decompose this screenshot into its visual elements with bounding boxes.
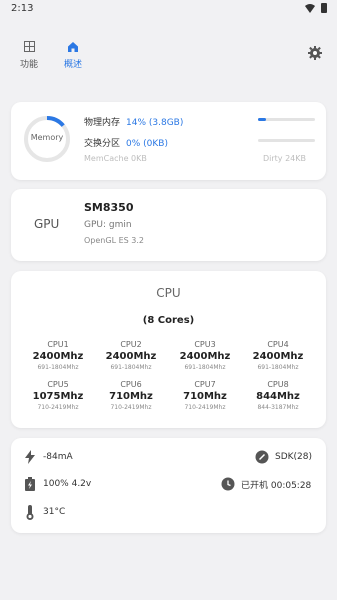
core-name: CPU8 [267,380,289,389]
core-frequency: 2400Mhz [179,351,231,362]
gpu-opengl-version: OpenGL ES 3.2 [84,236,144,245]
core-frequency: 2400Mhz [32,351,84,362]
android-icon [255,450,269,464]
ram-value: 14% (3.8GB) [126,118,184,128]
core-frequency: 2400Mhz [105,351,157,362]
memory-card[interactable]: Memory 物理内存 14% (3.8GB) 交换分区 0% (0KB) MemC… [11,102,326,180]
core-name: CPU7 [194,380,216,389]
core-range: 710-2419Mhz [110,404,152,411]
swap-bar [258,139,315,142]
memcache-value: MemCache 0KB [84,154,147,163]
core-range: 691-1804Mhz [110,364,152,371]
swap-label: 交换分区 [84,139,121,149]
current-item: -84mA [23,450,73,464]
uptime-value: 已开机 00:05:28 [241,480,312,491]
core-name: CPU3 [194,340,216,349]
core-name: CPU2 [120,340,142,349]
clock-icon [221,477,235,491]
temperature-item: 31°C [23,504,66,520]
status-icons [305,3,327,13]
swap-value: 0% (0KB) [126,139,168,149]
core-name: CPU5 [47,380,69,389]
memory-ring-label: Memory [30,133,64,142]
battery-level-item: 100% 4.2v [23,477,91,491]
gpu-model: SM8350 [84,201,134,214]
core-frequency: 2400Mhz [252,351,304,362]
ram-row: 物理内存 14% (3.8GB) [84,115,183,128]
grid-icon [23,40,36,53]
core-frequency: 1075Mhz [32,391,84,402]
lightning-icon [23,450,37,464]
battery-card[interactable]: -84mA SDK(28) 100% 4.2v 已开机 00:05:28 31°… [11,438,326,533]
status-time: 2:13 [11,3,34,14]
core-frequency: 710Mhz [109,391,153,402]
gpu-card[interactable]: GPU SM8350 GPU: gmin OpenGL ES 3.2 [11,189,326,261]
cpu-card[interactable]: CPU (8 Cores) CPU1 2400Mhz 691-1804Mhz C… [11,271,326,428]
cpu-core: CPU7 710Mhz 710-2419Mhz [170,380,240,411]
gpu-tag: GPU [34,217,60,231]
core-range: 710-2419Mhz [37,404,79,411]
cpu-core: CPU5 1075Mhz 710-2419Mhz [23,380,93,411]
sdk-value: SDK(28) [275,452,313,462]
status-bar: 2:13 [0,0,337,18]
battery-level-value: 100% 4.2v [43,479,92,489]
dirty-value: Dirty 24KB [263,154,306,163]
core-name: CPU1 [47,340,69,349]
wifi-icon [305,3,315,13]
gear-icon[interactable] [307,45,323,61]
core-name: CPU6 [120,380,142,389]
cpu-core: CPU8 844Mhz 844-3187Mhz [243,380,313,411]
ram-label: 物理内存 [84,118,121,128]
tab-features-label: 功能 [19,60,38,70]
uptime-item: 已开机 00:05:28 [221,477,311,491]
gpu-name: GPU: gmin [84,220,132,230]
thermometer-icon [23,504,37,520]
cpu-core-count: (8 Cores) [142,315,195,326]
tab-overview-label: 概述 [63,60,82,70]
core-range: 691-1804Mhz [37,364,79,371]
ram-bar [258,118,315,121]
core-range: 710-2419Mhz [184,404,226,411]
core-range: 691-1804Mhz [184,364,226,371]
home-icon [67,40,80,53]
current-value: -84mA [43,452,73,462]
top-nav: 功能 概述 [16,40,86,70]
sdk-item: SDK(28) [255,450,312,464]
cpu-title: CPU [156,286,181,300]
tab-features[interactable]: 功能 [16,40,42,70]
tab-overview[interactable]: 概述 [60,40,86,70]
core-frequency: 710Mhz [183,391,227,402]
battery-icon [321,3,327,13]
battery-charging-icon [23,477,37,491]
core-range: 844-3187Mhz [257,404,299,411]
cpu-core: CPU4 2400Mhz 691-1804Mhz [243,340,313,371]
core-name: CPU4 [267,340,289,349]
cpu-core: CPU1 2400Mhz 691-1804Mhz [23,340,93,371]
cpu-core: CPU2 2400Mhz 691-1804Mhz [96,340,166,371]
ram-bar-fill [258,118,266,121]
core-range: 691-1804Mhz [257,364,299,371]
cpu-core: CPU6 710Mhz 710-2419Mhz [96,380,166,411]
cpu-core: CPU3 2400Mhz 691-1804Mhz [170,340,240,371]
core-frequency: 844Mhz [256,391,300,402]
temperature-value: 31°C [43,507,66,517]
swap-row: 交换分区 0% (0KB) [84,136,168,149]
